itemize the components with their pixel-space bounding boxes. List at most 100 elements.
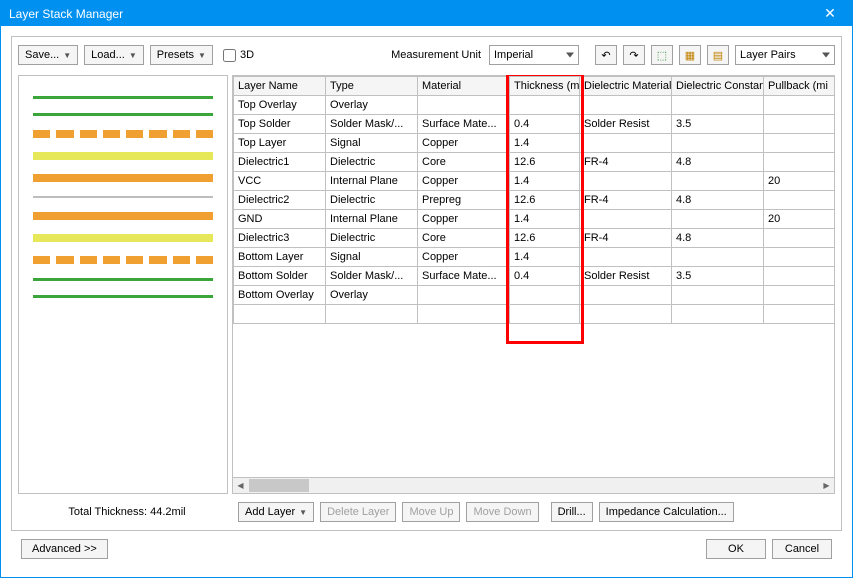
- cell-name[interactable]: Bottom Layer: [234, 248, 326, 267]
- scroll-left-icon[interactable]: ◀: [233, 478, 248, 493]
- cell-pullback[interactable]: [764, 153, 836, 172]
- cell-diel_const[interactable]: 4.8: [672, 229, 764, 248]
- th-thickness[interactable]: Thickness (mil): [510, 77, 580, 96]
- cancel-button[interactable]: Cancel: [772, 539, 832, 559]
- cell-thickness[interactable]: 1.4: [510, 134, 580, 153]
- table-row[interactable]: Top LayerSignalCopper1.4: [234, 134, 836, 153]
- cell-name[interactable]: Dielectric2: [234, 191, 326, 210]
- cell-material[interactable]: Surface Mate...: [418, 267, 510, 286]
- th-material[interactable]: Material: [418, 77, 510, 96]
- cell-pullback[interactable]: [764, 286, 836, 305]
- cell-thickness[interactable]: 12.6: [510, 153, 580, 172]
- th-type[interactable]: Type: [326, 77, 418, 96]
- cell-diel_const[interactable]: 4.8: [672, 191, 764, 210]
- cell-material[interactable]: Copper: [418, 172, 510, 191]
- th-diel-const[interactable]: Dielectric Constant: [672, 77, 764, 96]
- cell-pullback[interactable]: [764, 115, 836, 134]
- cell-diel_const[interactable]: [672, 96, 764, 115]
- th-pullback[interactable]: Pullback (mi: [764, 77, 836, 96]
- layer-mode-dropdown[interactable]: Layer Pairs: [735, 45, 835, 65]
- tool2-icon[interactable]: ▦: [679, 45, 701, 65]
- table-row[interactable]: Bottom OverlayOverlay: [234, 286, 836, 305]
- cell-material[interactable]: Core: [418, 229, 510, 248]
- cell-pullback[interactable]: 20: [764, 172, 836, 191]
- cell-diel_mat[interactable]: FR-4: [580, 229, 672, 248]
- cell-diel_mat[interactable]: FR-4: [580, 191, 672, 210]
- cell-type[interactable]: Solder Mask/...: [326, 267, 418, 286]
- cell-pullback[interactable]: [764, 134, 836, 153]
- cell-name[interactable]: GND: [234, 210, 326, 229]
- table-row[interactable]: Bottom SolderSolder Mask/...Surface Mate…: [234, 267, 836, 286]
- cell-diel_const[interactable]: [672, 172, 764, 191]
- table-row[interactable]: Top OverlayOverlay: [234, 96, 836, 115]
- cell-diel_const[interactable]: [672, 248, 764, 267]
- cell-type[interactable]: Internal Plane: [326, 172, 418, 191]
- cell-thickness[interactable]: 1.4: [510, 210, 580, 229]
- cell-diel_mat[interactable]: [580, 248, 672, 267]
- cell-diel_const[interactable]: [672, 286, 764, 305]
- cell-material[interactable]: Copper: [418, 134, 510, 153]
- cell-name[interactable]: Bottom Overlay: [234, 286, 326, 305]
- titlebar[interactable]: Layer Stack Manager ✕: [1, 1, 852, 26]
- cell-diel_mat[interactable]: Solder Resist: [580, 267, 672, 286]
- cell-diel_mat[interactable]: [580, 286, 672, 305]
- cell-material[interactable]: Surface Mate...: [418, 115, 510, 134]
- cell-thickness[interactable]: 1.4: [510, 248, 580, 267]
- presets-button[interactable]: Presets▼: [150, 45, 213, 65]
- cell-diel_mat[interactable]: [580, 96, 672, 115]
- cell-type[interactable]: Dielectric: [326, 191, 418, 210]
- table-row[interactable]: Bottom LayerSignalCopper1.4: [234, 248, 836, 267]
- close-icon[interactable]: ✕: [816, 5, 844, 22]
- cell-type[interactable]: Internal Plane: [326, 210, 418, 229]
- cell-material[interactable]: Copper: [418, 210, 510, 229]
- table-row[interactable]: Dielectric2DielectricPrepreg12.6FR-44.8: [234, 191, 836, 210]
- horizontal-scrollbar[interactable]: ◀ ▶: [232, 478, 835, 494]
- cell-pullback[interactable]: [764, 248, 836, 267]
- cell-material[interactable]: [418, 286, 510, 305]
- drill-button[interactable]: Drill...: [551, 502, 593, 522]
- layer-table[interactable]: Layer Name Type Material Thickness (mil)…: [233, 76, 835, 324]
- cell-name[interactable]: Top Layer: [234, 134, 326, 153]
- cell-thickness[interactable]: [510, 286, 580, 305]
- cell-material[interactable]: Copper: [418, 248, 510, 267]
- cell-diel_mat[interactable]: Solder Resist: [580, 115, 672, 134]
- cell-diel_mat[interactable]: FR-4: [580, 153, 672, 172]
- undo-icon[interactable]: ↶: [595, 45, 617, 65]
- cell-thickness[interactable]: [510, 96, 580, 115]
- cell-type[interactable]: Dielectric: [326, 153, 418, 172]
- cell-name[interactable]: VCC: [234, 172, 326, 191]
- ok-button[interactable]: OK: [706, 539, 766, 559]
- cell-diel_const[interactable]: 3.5: [672, 267, 764, 286]
- cell-thickness[interactable]: 1.4: [510, 172, 580, 191]
- tool3-icon[interactable]: ▤: [707, 45, 729, 65]
- 3d-checkbox[interactable]: 3D: [223, 49, 254, 62]
- cell-thickness[interactable]: 12.6: [510, 229, 580, 248]
- cell-diel_const[interactable]: 3.5: [672, 115, 764, 134]
- table-row[interactable]: Dielectric3DielectricCore12.6FR-44.8: [234, 229, 836, 248]
- cell-diel_mat[interactable]: [580, 172, 672, 191]
- table-row[interactable]: Top SolderSolder Mask/...Surface Mate...…: [234, 115, 836, 134]
- table-row[interactable]: VCCInternal PlaneCopper1.4 20: [234, 172, 836, 191]
- cell-pullback[interactable]: 20: [764, 210, 836, 229]
- cell-material[interactable]: [418, 96, 510, 115]
- table-row[interactable]: GNDInternal PlaneCopper1.4 20: [234, 210, 836, 229]
- cell-pullback[interactable]: [764, 96, 836, 115]
- cell-type[interactable]: Dielectric: [326, 229, 418, 248]
- tool1-icon[interactable]: ⬚: [651, 45, 673, 65]
- advanced-button[interactable]: Advanced >>: [21, 539, 108, 559]
- cell-pullback[interactable]: [764, 267, 836, 286]
- cell-pullback[interactable]: [764, 229, 836, 248]
- th-diel-mat[interactable]: Dielectric Material: [580, 77, 672, 96]
- cell-type[interactable]: Solder Mask/...: [326, 115, 418, 134]
- cell-diel_mat[interactable]: [580, 134, 672, 153]
- cell-material[interactable]: Core: [418, 153, 510, 172]
- cell-name[interactable]: Dielectric1: [234, 153, 326, 172]
- cell-type[interactable]: Signal: [326, 134, 418, 153]
- scroll-right-icon[interactable]: ▶: [819, 478, 834, 493]
- cell-pullback[interactable]: [764, 191, 836, 210]
- 3d-checkbox-input[interactable]: [223, 49, 236, 62]
- cell-diel_const[interactable]: 4.8: [672, 153, 764, 172]
- cell-thickness[interactable]: 0.4: [510, 115, 580, 134]
- th-layer-name[interactable]: Layer Name: [234, 77, 326, 96]
- redo-icon[interactable]: ↷: [623, 45, 645, 65]
